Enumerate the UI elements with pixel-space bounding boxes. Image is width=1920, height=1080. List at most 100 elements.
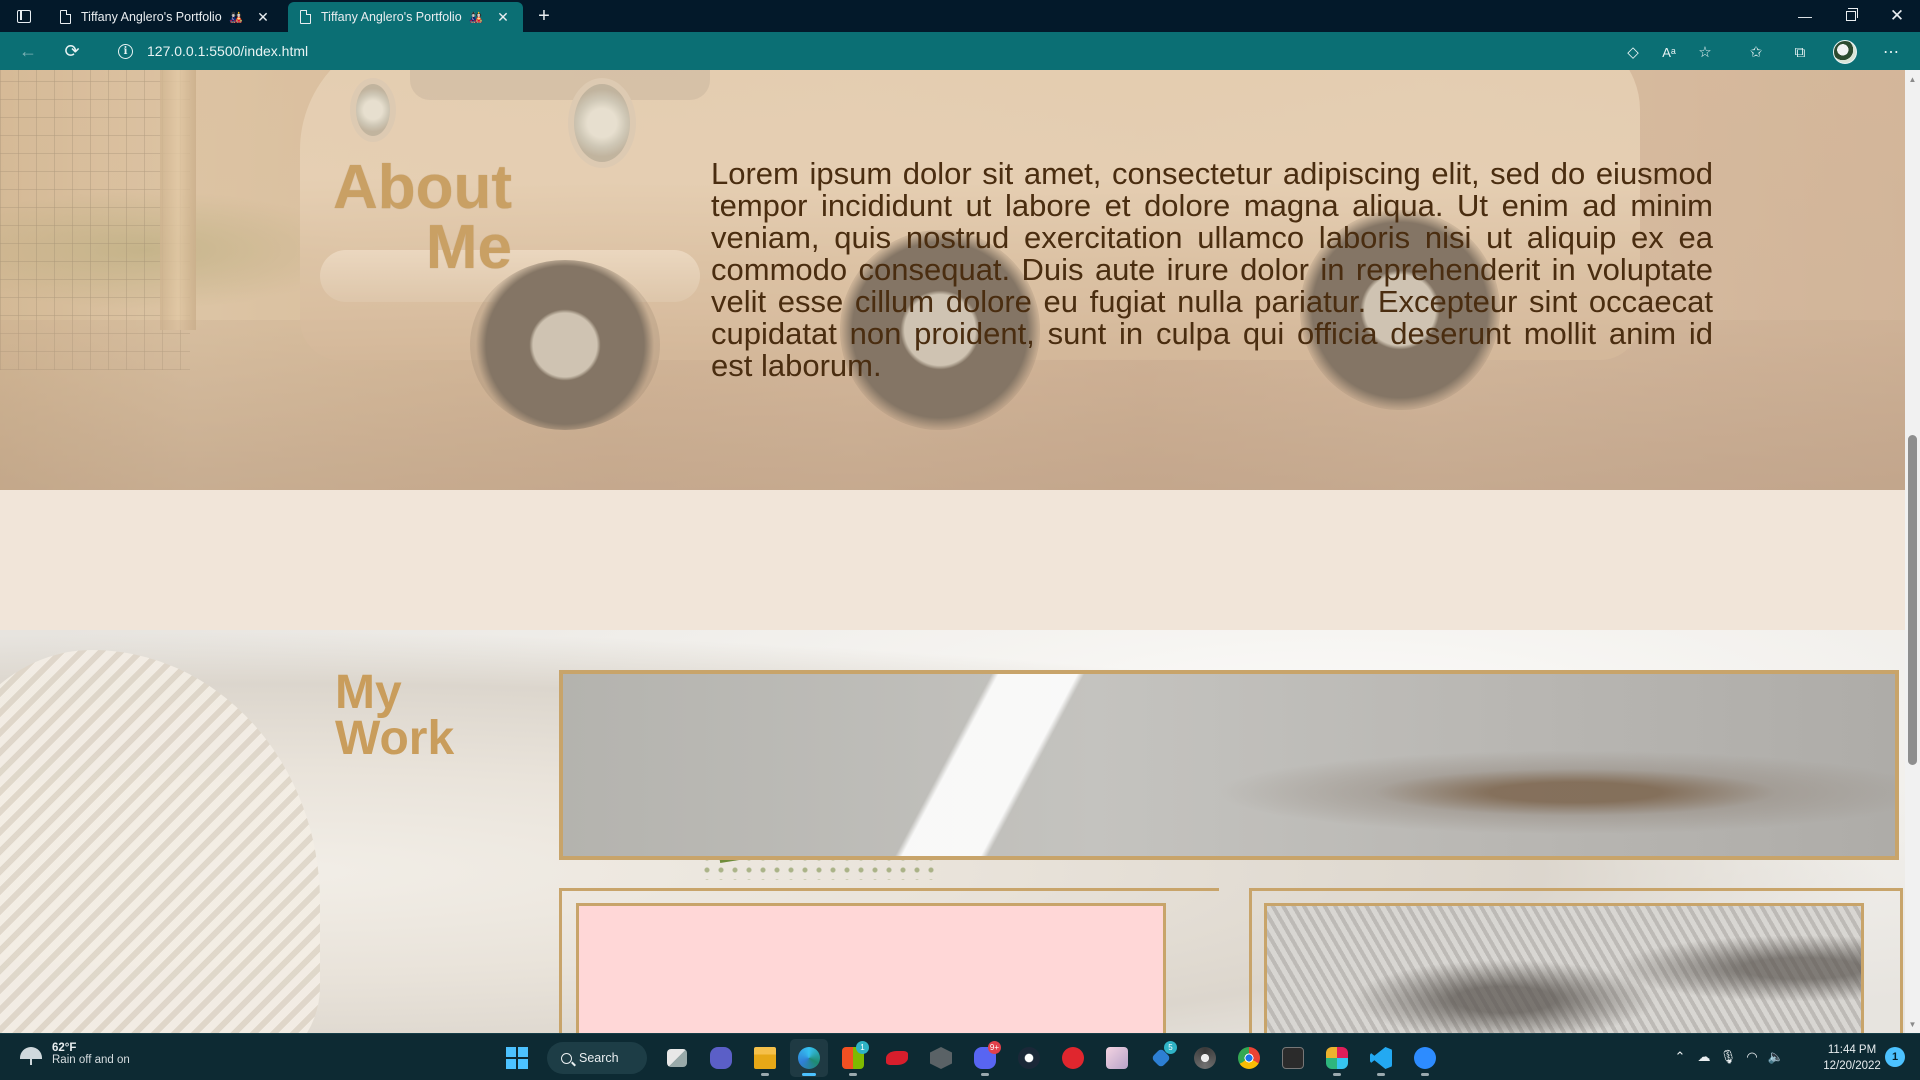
zoom-button[interactable] xyxy=(1406,1039,1444,1077)
system-tray: ⌃ ☁ 🎙 ◠ 🔈 xyxy=(1668,1042,1788,1072)
weather-temperature: 62°F xyxy=(52,1042,77,1054)
speaker-icon[interactable]: 🔈 xyxy=(1765,1049,1787,1065)
featured-project-card[interactable] xyxy=(559,670,1899,860)
add-favorite-icon[interactable]: ☆ xyxy=(1694,41,1716,63)
tab-actions-icon xyxy=(17,9,31,23)
tab-emoji-icon: 🎎 xyxy=(469,11,483,24)
tab-close-icon[interactable]: ✕ xyxy=(493,9,513,26)
weather-widget[interactable]: 62°F Rain off and on xyxy=(18,1041,130,1067)
blue-app-button[interactable]: 5 xyxy=(1142,1039,1180,1077)
profile-avatar[interactable] xyxy=(1833,40,1857,64)
taskbar-apps: Search 1 9+ 5 xyxy=(495,1039,1447,1077)
onedrive-cloud-icon[interactable]: ☁ xyxy=(1693,1049,1715,1065)
file-explorer-button[interactable] xyxy=(746,1039,784,1077)
close-window-button[interactable]: ✕ xyxy=(1874,0,1920,32)
project-card[interactable] xyxy=(1249,888,1903,1033)
address-bar[interactable]: i 127.0.0.1:5500/index.html xyxy=(104,36,1726,66)
edge-button[interactable] xyxy=(790,1039,828,1077)
windows-logo-icon xyxy=(506,1047,528,1069)
tab-actions-button[interactable] xyxy=(6,4,42,28)
scroll-down-icon[interactable]: ▼ xyxy=(1905,1017,1920,1031)
browser-title-bar: Tiffany Anglero's Portfolio 🎎 ✕ Tiffany … xyxy=(0,0,1920,32)
tab-title: Tiffany Anglero's Portfolio xyxy=(321,10,462,24)
task-view-icon xyxy=(667,1049,687,1067)
more-menu-icon[interactable]: ⋯ xyxy=(1880,41,1902,63)
folder-icon xyxy=(754,1047,776,1069)
umbrella-icon xyxy=(18,1041,44,1067)
task-view-button[interactable] xyxy=(658,1039,696,1077)
blue-app-badge: 5 xyxy=(1164,1041,1177,1054)
running-indicator xyxy=(1421,1073,1429,1076)
terminal-button[interactable] xyxy=(1274,1039,1312,1077)
project-thumbnail xyxy=(1264,903,1864,1033)
browser-tab-2-active[interactable]: Tiffany Anglero's Portfolio 🎎 ✕ xyxy=(288,2,523,32)
address-toolbar: ← ⟳ i 127.0.0.1:5500/index.html ◇ Aᵃ ☆ ✩… xyxy=(0,32,1920,70)
search-label: Search xyxy=(579,1051,619,1065)
collections-icon[interactable]: ⧉ xyxy=(1789,41,1811,63)
restore-icon xyxy=(1846,8,1858,21)
page-icon xyxy=(60,10,71,24)
wifi-icon[interactable]: ◠ xyxy=(1741,1049,1763,1065)
anime-app-icon xyxy=(1106,1047,1128,1069)
taskbar-clock[interactable]: 11:44 PM 12/20/2022 xyxy=(1812,1042,1892,1074)
terminal-icon xyxy=(1282,1047,1304,1069)
running-indicator xyxy=(1377,1073,1385,1076)
microphone-icon[interactable]: 🎙 xyxy=(1717,1049,1739,1065)
show-hidden-icons-chevron-icon[interactable]: ⌃ xyxy=(1669,1049,1691,1065)
steam-button[interactable] xyxy=(1010,1039,1048,1077)
windows-taskbar: 62°F Rain off and on Search 1 9+ 5 ⌃ ☁ 🎙… xyxy=(0,1033,1920,1080)
vscode-button[interactable] xyxy=(1362,1039,1400,1077)
tab-close-icon[interactable]: ✕ xyxy=(253,9,273,26)
back-arrow-icon[interactable]: ← xyxy=(12,36,44,66)
slack-icon xyxy=(1326,1047,1348,1069)
teams-chat-button[interactable] xyxy=(702,1039,740,1077)
chat-icon xyxy=(710,1047,732,1069)
read-aloud-icon[interactable]: Aᵃ xyxy=(1658,41,1680,63)
project-card[interactable] xyxy=(559,888,1219,1033)
taskbar-search[interactable]: Search xyxy=(547,1042,647,1074)
slack-button[interactable] xyxy=(1318,1039,1356,1077)
background-photo-knit-blanket xyxy=(0,650,320,1033)
project-thumbnail xyxy=(576,903,1166,1033)
anime-app-button[interactable] xyxy=(1098,1039,1136,1077)
work-heading: My Work xyxy=(335,669,455,765)
store-button[interactable]: 1 xyxy=(834,1039,872,1077)
clock-date: 12/20/2022 xyxy=(1823,1060,1881,1072)
red-app-button[interactable] xyxy=(878,1039,916,1077)
running-indicator xyxy=(849,1073,857,1076)
scrollbar-thumb[interactable] xyxy=(1908,435,1917,765)
running-indicator xyxy=(761,1073,769,1076)
restore-button[interactable] xyxy=(1828,0,1874,32)
about-heading: About Me xyxy=(300,157,512,279)
work-heading-line2: Work xyxy=(335,712,455,765)
about-section: About Me Lorem ipsum dolor sit amet, con… xyxy=(0,70,1905,490)
running-indicator xyxy=(981,1073,989,1076)
discord-button[interactable]: 9+ xyxy=(966,1039,1004,1077)
chrome-dev-icon xyxy=(1194,1047,1216,1069)
reload-icon[interactable]: ⟳ xyxy=(56,36,88,66)
search-icon xyxy=(561,1052,572,1064)
browser-tab-1[interactable]: Tiffany Anglero's Portfolio 🎎 ✕ xyxy=(48,2,283,32)
chrome-button[interactable] xyxy=(1230,1039,1268,1077)
work-section: My Work xyxy=(0,630,1905,1033)
minimize-button[interactable]: — xyxy=(1782,0,1828,32)
extensions-icon[interactable]: ◇ xyxy=(1622,41,1644,63)
gray-app-button[interactable] xyxy=(922,1039,960,1077)
page-scrollbar[interactable]: ▲ ▼ xyxy=(1905,70,1920,1033)
site-info-icon[interactable]: i xyxy=(118,43,133,59)
chrome-dev-button[interactable] xyxy=(1186,1039,1224,1077)
start-button[interactable] xyxy=(498,1039,536,1077)
notification-badge[interactable]: 1 xyxy=(1885,1047,1905,1067)
page-viewport: About Me Lorem ipsum dolor sit amet, con… xyxy=(0,70,1905,1033)
running-indicator xyxy=(1333,1073,1341,1076)
about-heading-line1: About xyxy=(332,153,512,222)
url-text: 127.0.0.1:5500/index.html xyxy=(147,43,309,59)
chrome-icon xyxy=(1238,1047,1260,1069)
new-tab-button[interactable]: + xyxy=(530,2,558,30)
red-app-2-button[interactable] xyxy=(1054,1039,1092,1077)
favorites-icon[interactable]: ✩ xyxy=(1745,41,1767,63)
edge-icon xyxy=(798,1047,820,1069)
vscode-icon xyxy=(1370,1047,1392,1069)
red-game-icon xyxy=(1062,1047,1084,1069)
scroll-up-icon[interactable]: ▲ xyxy=(1905,72,1920,86)
